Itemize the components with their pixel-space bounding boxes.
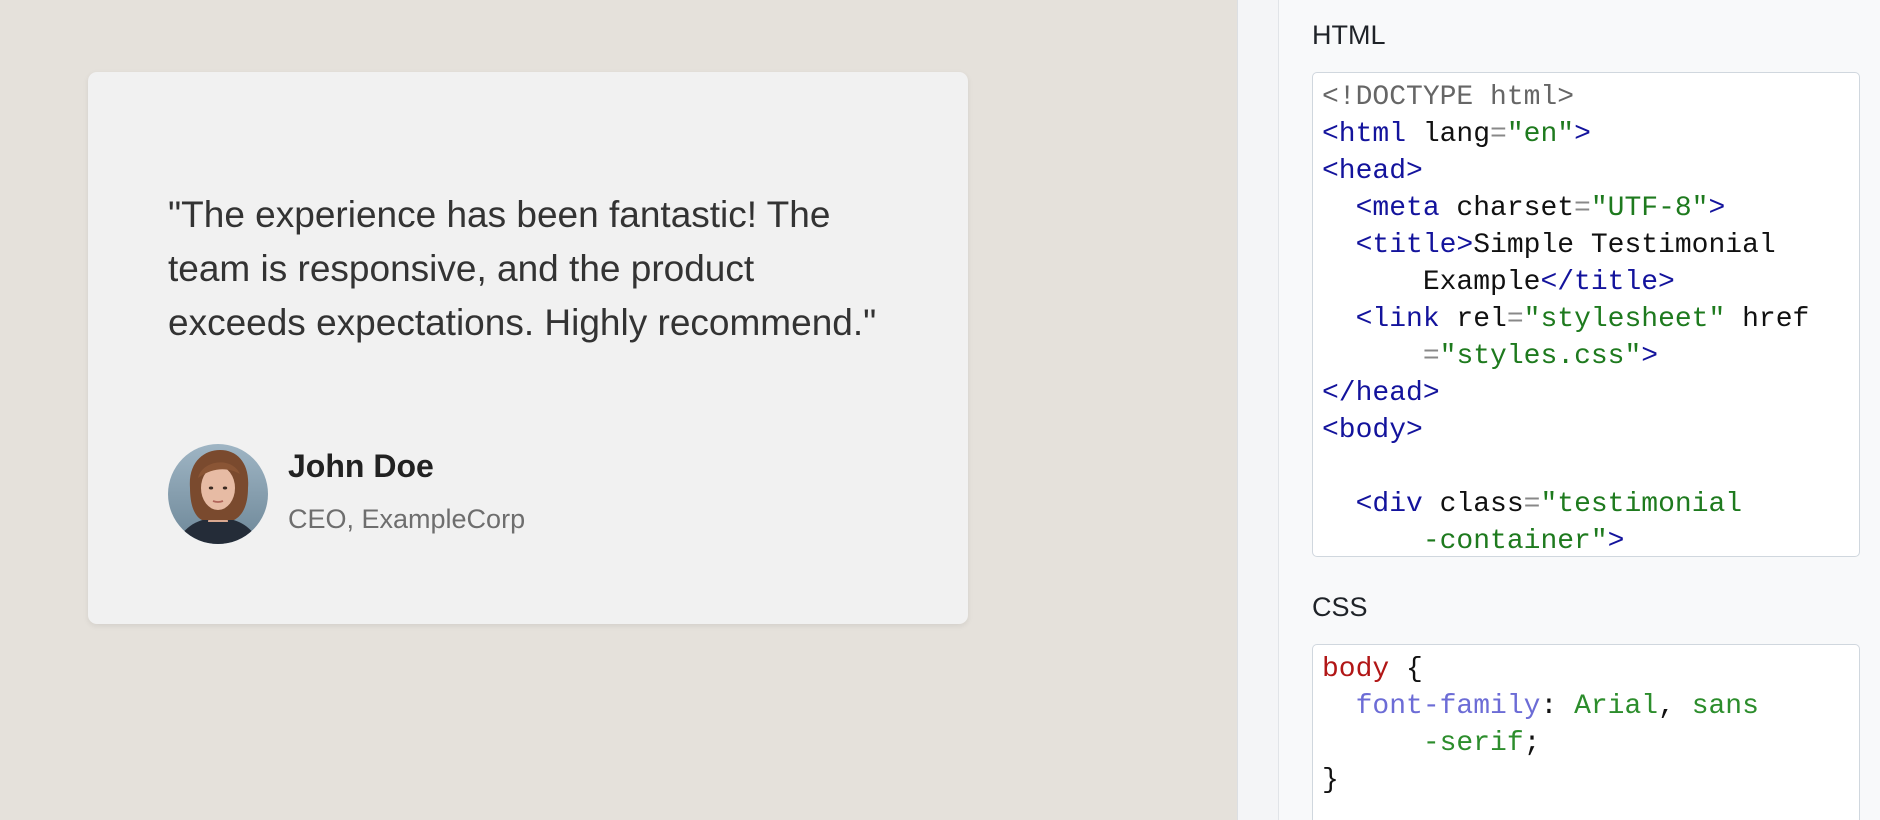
code-token: "UTF-8" xyxy=(1590,193,1709,224)
testimonial-quote: "The experience has been fantastic! The … xyxy=(168,194,877,343)
code-line: <div class="testimonial xyxy=(1322,486,1859,523)
code-token: body xyxy=(1322,654,1390,685)
code-token: sans xyxy=(1691,691,1759,722)
code-token: { xyxy=(1389,654,1423,685)
code-token: = xyxy=(1490,119,1507,150)
code-token: = xyxy=(1574,193,1591,224)
code-token: lang xyxy=(1406,119,1491,150)
code-token: = xyxy=(1523,489,1541,520)
code-token: Example xyxy=(1322,267,1541,298)
preview-pane: "The experience has been fantastic! The … xyxy=(0,0,1237,820)
code-token: = xyxy=(1506,304,1524,335)
code-token: <head> xyxy=(1322,156,1423,187)
app-window: "The experience has been fantastic! The … xyxy=(0,0,1880,820)
code-token: charset xyxy=(1439,193,1575,224)
code-token: href xyxy=(1725,304,1810,335)
editor-panel: HTML <!DOCTYPE html> <html lang="en"> <hea… xyxy=(1279,0,1880,820)
code-token: , xyxy=(1658,691,1692,722)
code-token: : xyxy=(1540,691,1575,722)
testimonial-author: John Doe CEO, ExampleCorp xyxy=(168,444,525,544)
code-token: <meta xyxy=(1355,193,1440,224)
panel-resize-handle[interactable] xyxy=(1237,0,1279,820)
css-code-editor[interactable]: body { font-family: Arial, sans -serif;} xyxy=(1312,644,1860,820)
code-line: Example</title> xyxy=(1322,264,1859,301)
code-token: <html xyxy=(1322,119,1407,150)
code-line: <link rel="stylesheet" href xyxy=(1322,301,1859,338)
code-token: class xyxy=(1422,489,1524,520)
code-line: } xyxy=(1322,762,1859,799)
code-line: ="styles.css"> xyxy=(1322,338,1859,375)
html-code-content[interactable]: <!DOCTYPE html> <html lang="en"> <head> <m… xyxy=(1313,73,1859,557)
code-token: Arial xyxy=(1574,691,1659,722)
code-line: <html lang="en"> xyxy=(1322,116,1859,153)
code-token: "stylesheet" xyxy=(1523,304,1726,335)
code-token: > xyxy=(1574,119,1591,150)
avatar xyxy=(168,444,268,544)
code-token: "styles.css" xyxy=(1439,341,1642,372)
code-line: <title>Simple Testimonial xyxy=(1322,227,1859,264)
code-token: <title> xyxy=(1355,230,1474,261)
code-token: } xyxy=(1322,765,1339,796)
code-token: -serif xyxy=(1422,728,1524,759)
code-token: ; xyxy=(1523,728,1541,759)
code-token: <!DOCTYPE html> xyxy=(1322,82,1575,113)
code-token: "testimonial xyxy=(1540,489,1743,520)
html-code-editor[interactable]: <!DOCTYPE html> <html lang="en"> <head> <m… xyxy=(1312,72,1860,557)
css-section-label: CSS xyxy=(1312,592,1368,622)
code-token: "en" xyxy=(1506,119,1575,150)
code-token: <div xyxy=(1355,489,1423,520)
code-line: -container"> xyxy=(1322,523,1859,557)
code-token: > xyxy=(1708,193,1726,224)
code-token: font-family xyxy=(1355,691,1541,722)
code-token: </head> xyxy=(1322,378,1440,409)
person-photo-avatar-icon xyxy=(168,444,268,544)
html-section-label: HTML xyxy=(1312,20,1386,50)
author-title: CEO, ExampleCorp xyxy=(288,504,526,534)
code-token: Simple Testimonial xyxy=(1473,230,1776,261)
code-line: <head> xyxy=(1322,153,1859,190)
code-line: font-family: Arial, sans xyxy=(1322,688,1859,725)
code-line: -serif; xyxy=(1322,725,1859,762)
code-token: > xyxy=(1607,526,1625,557)
code-token: <link xyxy=(1355,304,1440,335)
code-line: body { xyxy=(1322,651,1859,688)
code-token: > xyxy=(1641,341,1659,372)
code-token: rel xyxy=(1439,304,1507,335)
code-line: <!DOCTYPE html> xyxy=(1322,79,1859,116)
code-token: </title> xyxy=(1540,267,1675,298)
css-code-content[interactable]: body { font-family: Arial, sans -serif;} xyxy=(1313,645,1859,799)
code-token: -container" xyxy=(1422,526,1608,557)
code-line: </head> xyxy=(1322,375,1859,412)
author-name: John Doe xyxy=(288,448,434,484)
code-token: <body> xyxy=(1322,415,1423,446)
code-line: <body> xyxy=(1322,412,1859,449)
code-token: = xyxy=(1422,341,1440,372)
testimonial-card: "The experience has been fantastic! The … xyxy=(88,72,968,624)
code-line: <meta charset="UTF-8"> xyxy=(1322,190,1859,227)
